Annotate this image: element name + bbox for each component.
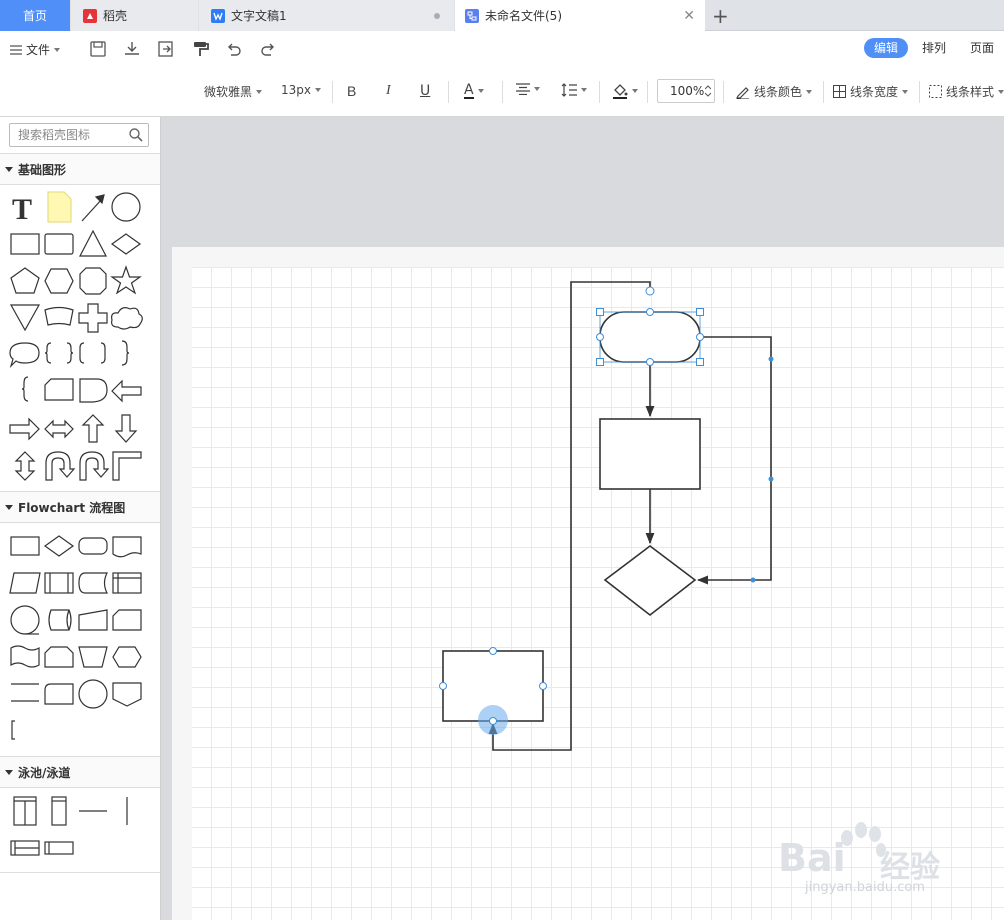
waypoint-handle[interactable] [768,356,774,362]
rotate-handle[interactable] [645,286,655,296]
waypoint-handle[interactable] [750,577,756,583]
resize-handle[interactable] [696,308,704,316]
watermark-brand: Bai [778,836,846,880]
resize-handle[interactable] [596,308,604,316]
watermark-url: jingyan.baidu.com [805,880,925,895]
connection-point[interactable] [596,333,604,341]
connection-point[interactable] [646,358,654,366]
connection-point[interactable] [696,333,704,341]
process-shape[interactable] [599,418,701,490]
connection-point[interactable] [539,682,547,690]
connector-start-to-decision-loop[interactable] [696,336,772,585]
resize-handle[interactable] [696,358,704,366]
start-terminator-shape[interactable] [599,311,701,363]
resize-handle[interactable] [596,358,604,366]
flowchart-diagram [439,281,774,751]
waypoint-handle[interactable] [768,476,774,482]
connection-point[interactable] [646,308,654,316]
connection-point[interactable] [489,717,497,725]
connection-point[interactable] [489,647,497,655]
connection-point[interactable] [439,682,447,690]
decision-shape[interactable] [603,544,697,617]
